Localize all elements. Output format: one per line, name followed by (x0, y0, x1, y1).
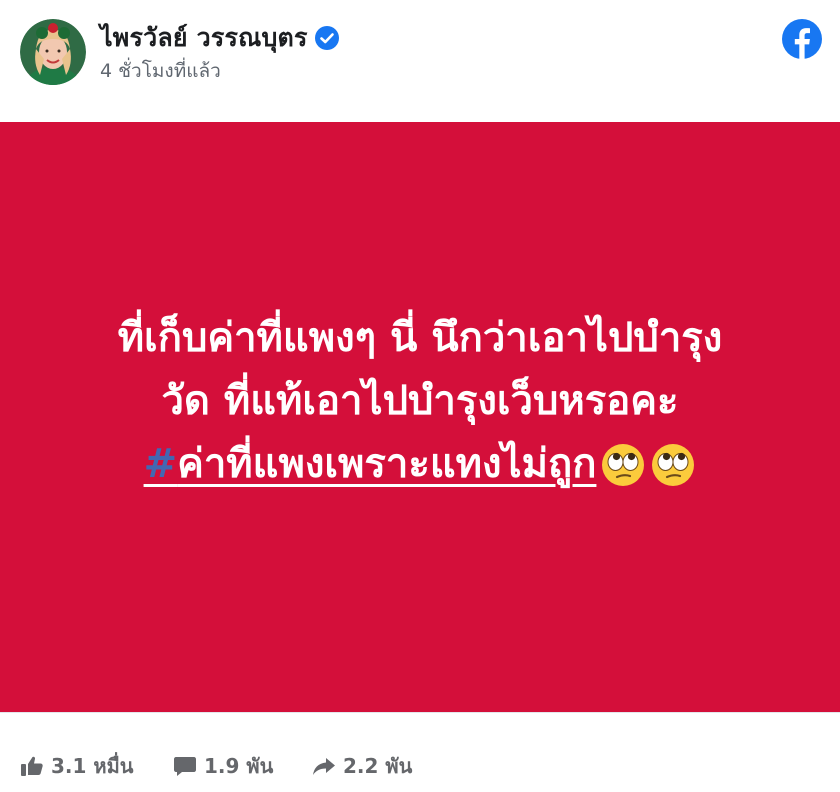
comments-count: 1.9 พัน (204, 754, 274, 778)
facebook-logo-icon[interactable] (782, 19, 822, 59)
footer-divider (0, 712, 840, 713)
author-line: ไพรวัลย์ วรรณบุตร (100, 20, 339, 56)
comment-bubble-icon (173, 754, 197, 778)
verified-badge-icon (314, 26, 339, 50)
rolling-eyes-emoji-icon (650, 442, 696, 488)
hashtag-mark: # (143, 441, 178, 487)
like-thumb-icon (20, 754, 44, 778)
post-header: ไพรวัลย์ วรรณบุตร 4 ชั่วโมงที่แล้ว (0, 0, 840, 122)
hashtag-line: #ค่าที่แพงเพราะแทงไม่ถูก (0, 433, 840, 496)
post-image-text: ที่เก็บค่าที่แพงๆ นี่ นึกว่าเอาไปบำรุง ว… (0, 307, 840, 496)
comments-count-button[interactable]: 1.9 พัน (173, 750, 273, 782)
post-stats-bar: 3.1 หมื่น 1.9 พัน 2.2 พัน (0, 712, 840, 792)
share-arrow-icon (312, 754, 336, 778)
post-timestamp[interactable]: 4 ชั่วโมงที่แล้ว (100, 56, 221, 86)
likes-count-button[interactable]: 3.1 หมื่น (20, 750, 133, 782)
likes-count: 3.1 หมื่น (51, 754, 134, 778)
post-text-line-1: ที่เก็บค่าที่แพงๆ นี่ นึกว่าเอาไปบำรุง (117, 315, 723, 361)
shares-count-button[interactable]: 2.2 พัน (312, 750, 412, 782)
hashtag-text: ค่าที่แพงเพราะแทงไม่ถูก (177, 441, 597, 487)
rolling-eyes-emoji-icon (600, 442, 646, 488)
author-name[interactable]: ไพรวัลย์ วรรณบุตร (100, 18, 308, 58)
shares-count: 2.2 พัน (343, 754, 413, 778)
author-avatar[interactable] (20, 19, 86, 85)
hashtag-link[interactable]: #ค่าที่แพงเพราะแทงไม่ถูก (144, 433, 597, 496)
post-text-line-2: วัด ที่แท้เอาไปบำรุงเว็บหรอคะ (161, 378, 679, 424)
post-image[interactable]: ที่เก็บค่าที่แพงๆ นี่ นึกว่าเอาไปบำรุง ว… (0, 122, 840, 712)
